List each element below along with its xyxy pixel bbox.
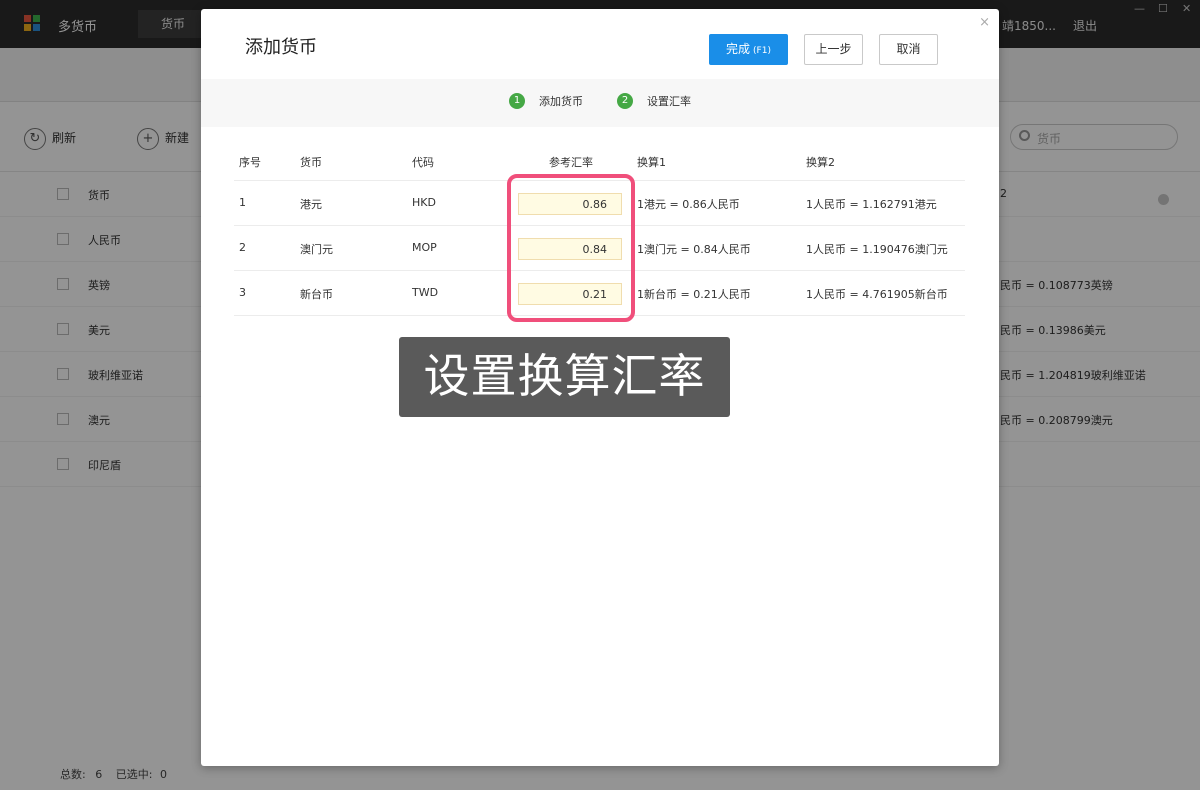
cell-code: HKD	[412, 196, 436, 209]
cell-code: TWD	[412, 286, 439, 299]
step-add-currency: 1 添加货币	[509, 93, 583, 109]
cell-conv2: 1人民币 = 1.162791港元	[806, 198, 937, 211]
dialog-title: 添加货币	[245, 37, 317, 58]
cell-index: 1	[239, 196, 246, 209]
step-number-icon: 1	[509, 93, 525, 109]
done-button[interactable]: 完成 (F1)	[709, 34, 788, 65]
tutorial-caption: 设置换算汇率	[399, 337, 730, 417]
cell-index: 2	[239, 241, 246, 254]
header-code: 代码	[412, 156, 434, 169]
cell-conv2: 1人民币 = 1.190476澳门元	[806, 243, 948, 256]
header-conv2: 换算2	[806, 156, 835, 169]
cell-code: MOP	[412, 241, 437, 254]
step-label: 设置汇率	[647, 95, 691, 108]
step-indicator: 1 添加货币 2 设置汇率	[201, 79, 999, 127]
header-rate: 参考汇率	[549, 156, 593, 169]
close-icon[interactable]: ×	[979, 15, 990, 30]
cell-conv1: 1港元 = 0.86人民币	[637, 198, 740, 211]
done-shortcut: (F1)	[753, 46, 771, 56]
cell-currency: 港元	[300, 198, 322, 211]
header-currency: 货币	[300, 156, 322, 169]
rate-column-highlight	[507, 174, 635, 322]
cell-conv2: 1人民币 = 4.761905新台币	[806, 288, 948, 301]
step-number-icon: 2	[617, 93, 633, 109]
step-set-rate: 2 设置汇率	[617, 93, 691, 109]
cell-conv1: 1新台币 = 0.21人民币	[637, 288, 751, 301]
cell-conv1: 1澳门元 = 0.84人民币	[637, 243, 751, 256]
step-label: 添加货币	[539, 95, 583, 108]
header-index: 序号	[239, 156, 261, 169]
previous-step-button[interactable]: 上一步	[804, 34, 863, 65]
cell-currency: 澳门元	[300, 243, 333, 256]
cell-currency: 新台币	[300, 288, 333, 301]
cancel-button[interactable]: 取消	[879, 34, 938, 65]
done-label: 完成	[726, 42, 751, 56]
header-conv1: 换算1	[637, 156, 666, 169]
cell-index: 3	[239, 286, 246, 299]
